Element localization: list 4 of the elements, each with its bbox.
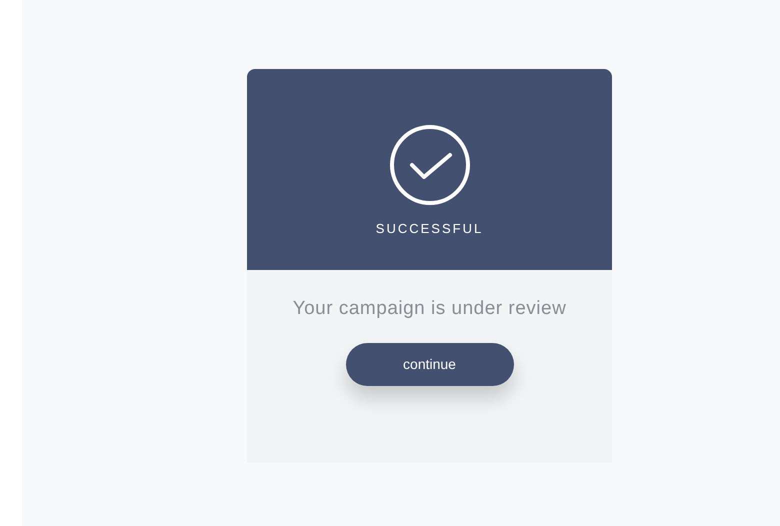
status-title: SUCCESSFUL <box>376 220 484 238</box>
status-message: Your campaign is under review <box>292 297 568 321</box>
continue-button[interactable]: continue <box>346 343 514 386</box>
check-circle-icon <box>388 123 472 207</box>
